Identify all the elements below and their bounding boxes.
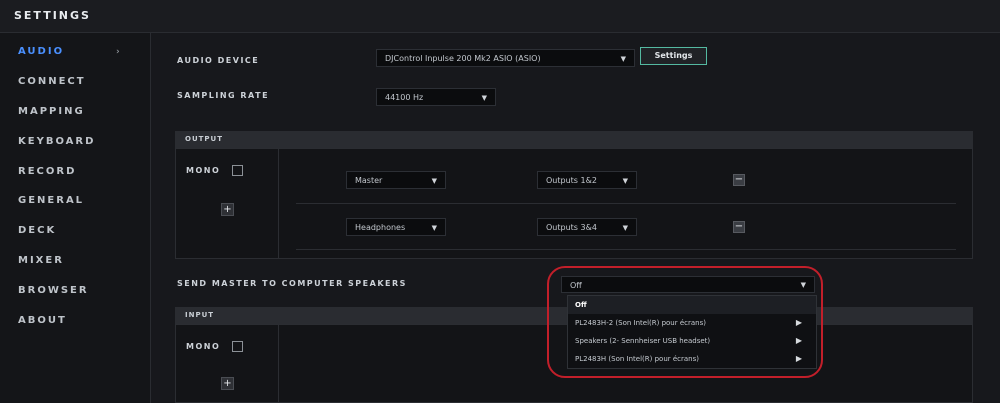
sampling-rate-label: SAMPLING RATE [177,91,270,100]
add-output-button[interactable]: + [221,203,234,216]
sidebar-item-label: MAPPING [18,106,85,117]
sidebar-item-connect[interactable]: CONNECT [0,69,150,95]
output-mono-label: MONO [186,166,221,175]
sidebar-item-deck[interactable]: DECK [0,218,150,244]
sampling-rate-dropdown[interactable]: 44100 Hz ▼ [376,88,496,106]
sidebar-item-label: KEYBOARD [18,136,96,147]
row-divider [296,249,956,250]
output-channel-value: Headphones [355,223,406,232]
audio-device-value: DJControl Inpulse 200 Mk2 ASIO (ASIO) [385,54,541,63]
output-mono-checkbox[interactable] [232,165,243,176]
remove-output-button-2[interactable]: − [733,221,745,233]
sidebar-item-mixer[interactable]: MIXER [0,248,150,274]
settings-window: SETTINGS AUDIO › CONNECT MAPPING KEYBOAR… [0,0,1000,403]
sidebar-item-record[interactable]: RECORD [0,159,150,185]
sidebar-item-label: GENERAL [18,195,85,206]
sidebar-item-mapping[interactable]: MAPPING [0,99,150,125]
sidebar-item-label: BROWSER [18,285,89,296]
output-routing-value: Outputs 1&2 [546,176,597,185]
dropdown-arrow-icon: ▼ [481,94,487,102]
output-routing-dropdown-2[interactable]: Outputs 3&4 ▼ [537,218,637,236]
audio-device-label: AUDIO DEVICE [177,56,260,65]
sidebar-item-label: RECORD [18,166,77,177]
sidebar: AUDIO › CONNECT MAPPING KEYBOARD RECORD … [0,33,151,403]
audio-settings-panel: AUDIO DEVICE DJControl Inpulse 200 Mk2 A… [151,33,1000,403]
divider [278,149,279,258]
output-section: MONO + Master ▼ Outputs 1&2 ▼ − Headphon… [175,148,973,259]
sidebar-item-keyboard[interactable]: KEYBOARD [0,129,150,155]
dropdown-arrow-icon: ▼ [431,224,437,232]
output-channel-dropdown-headphones[interactable]: Headphones ▼ [346,218,446,236]
remove-output-button-1[interactable]: − [733,174,745,186]
audio-device-dropdown[interactable]: DJControl Inpulse 200 Mk2 ASIO (ASIO) ▼ [376,49,635,67]
sampling-rate-value: 44100 Hz [385,93,424,102]
sidebar-item-audio[interactable]: AUDIO › [0,39,150,65]
send-master-label: SEND MASTER TO COMPUTER SPEAKERS [177,279,407,288]
sidebar-item-about[interactable]: ABOUT [0,308,150,334]
chevron-right-icon: › [116,47,122,57]
dropdown-arrow-icon: ▼ [431,177,437,185]
output-section-header: OUTPUT [175,131,973,148]
row-divider [296,203,956,204]
title-bar: SETTINGS [0,0,1000,33]
sidebar-item-label: DECK [18,225,57,236]
sidebar-item-label: MIXER [18,255,64,266]
sidebar-item-label: ABOUT [18,315,67,326]
settings-button[interactable]: Settings [640,47,707,65]
input-mono-checkbox[interactable] [232,341,243,352]
sidebar-item-label: AUDIO [18,46,65,57]
output-channel-dropdown-master[interactable]: Master ▼ [346,171,446,189]
output-routing-dropdown-1[interactable]: Outputs 1&2 ▼ [537,171,637,189]
dropdown-arrow-icon: ▼ [622,177,628,185]
dropdown-arrow-icon: ▼ [620,55,626,63]
add-input-button[interactable]: + [221,377,234,390]
highlight-annotation [547,266,823,378]
dropdown-arrow-icon: ▼ [622,224,628,232]
input-mono-label: MONO [186,342,221,351]
sidebar-item-label: CONNECT [18,76,86,87]
output-routing-value: Outputs 3&4 [546,223,597,232]
sidebar-item-browser[interactable]: BROWSER [0,278,150,304]
output-channel-value: Master [355,176,383,185]
sidebar-item-general[interactable]: GENERAL [0,188,150,214]
window-title: SETTINGS [14,9,91,22]
divider [278,325,279,402]
